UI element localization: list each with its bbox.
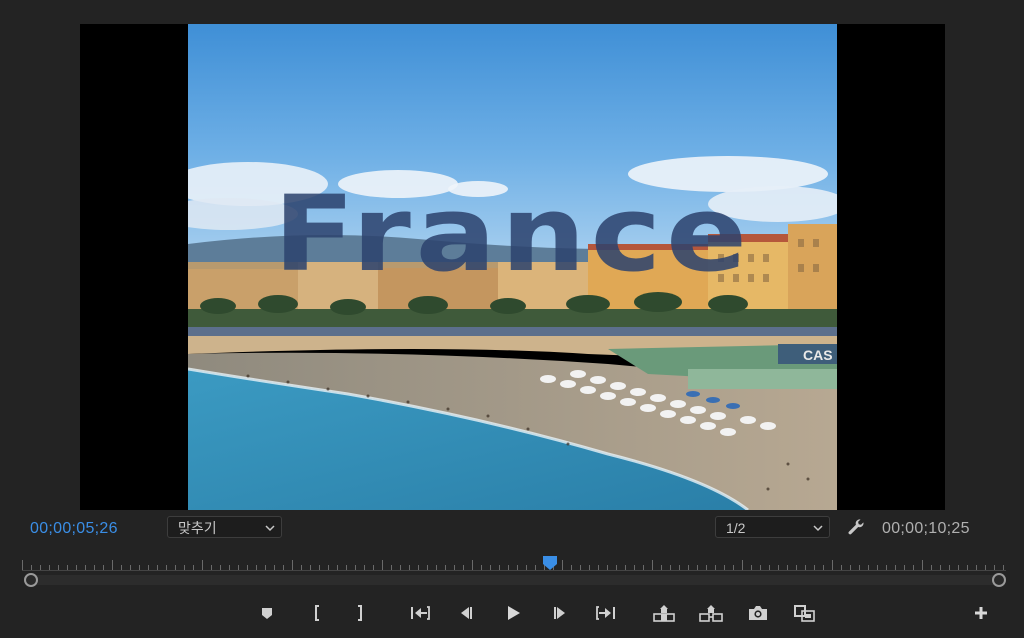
play-button[interactable]: [499, 600, 527, 626]
camera-icon: [749, 606, 767, 620]
zoom-scroll-right-handle[interactable]: [992, 573, 1006, 587]
chevron-down-icon: [813, 517, 823, 548]
zoom-fit-value: 맞추기: [178, 520, 217, 536]
video-frame: CAS France: [188, 24, 837, 510]
current-timecode[interactable]: 00;00;05;26: [30, 520, 118, 538]
zoom-scroll-left-handle[interactable]: [24, 573, 38, 587]
mark-out-button[interactable]: [346, 600, 374, 626]
go-to-out-icon: [596, 606, 615, 620]
wrench-icon[interactable]: [846, 517, 866, 537]
go-to-in-button[interactable]: [406, 600, 434, 626]
step-back-button[interactable]: [452, 600, 480, 626]
button-editor-button[interactable]: [967, 600, 995, 626]
step-forward-button[interactable]: [546, 600, 574, 626]
step-back-icon: [461, 607, 472, 619]
playback-resolution-dropdown[interactable]: 1/2: [715, 516, 830, 538]
mark-in-button[interactable]: [303, 600, 331, 626]
zoom-scroll-bar[interactable]: [30, 575, 998, 585]
program-viewer[interactable]: CAS France: [80, 24, 945, 510]
lift-icon: [653, 605, 675, 622]
playback-resolution-value: 1/2: [726, 520, 746, 536]
plus-icon: [975, 607, 987, 619]
duration-timecode: 00;00;10;25: [882, 520, 970, 537]
lift-button[interactable]: [650, 600, 678, 626]
mark-out-icon: [358, 605, 362, 621]
playhead[interactable]: [542, 555, 558, 571]
overlay-title: France: [273, 173, 752, 295]
extract-button[interactable]: [697, 600, 725, 626]
chevron-down-icon: [265, 517, 275, 548]
play-icon: [508, 606, 520, 620]
go-to-out-button[interactable]: [592, 600, 620, 626]
program-monitor: CAS France 00;00;05;26 맞추기 1/2 00;00;10;…: [0, 0, 1024, 638]
comparison-view-icon: [794, 605, 815, 622]
comparison-view-button[interactable]: [790, 600, 818, 626]
transport-controls: [0, 600, 1024, 628]
add-marker-button[interactable]: [253, 600, 281, 626]
step-forward-icon: [554, 607, 565, 619]
go-to-in-icon: [411, 606, 430, 620]
mark-in-icon: [315, 605, 319, 621]
frame-sign: CAS: [803, 347, 833, 363]
marker-icon: [262, 608, 272, 619]
zoom-fit-dropdown[interactable]: 맞추기: [167, 516, 282, 538]
export-frame-button[interactable]: [744, 600, 772, 626]
extract-icon: [699, 605, 723, 622]
viewer-controls-row: 00;00;05;26 맞추기 1/2 00;00;10;25: [0, 514, 1024, 542]
time-ruler[interactable]: [22, 556, 1006, 574]
